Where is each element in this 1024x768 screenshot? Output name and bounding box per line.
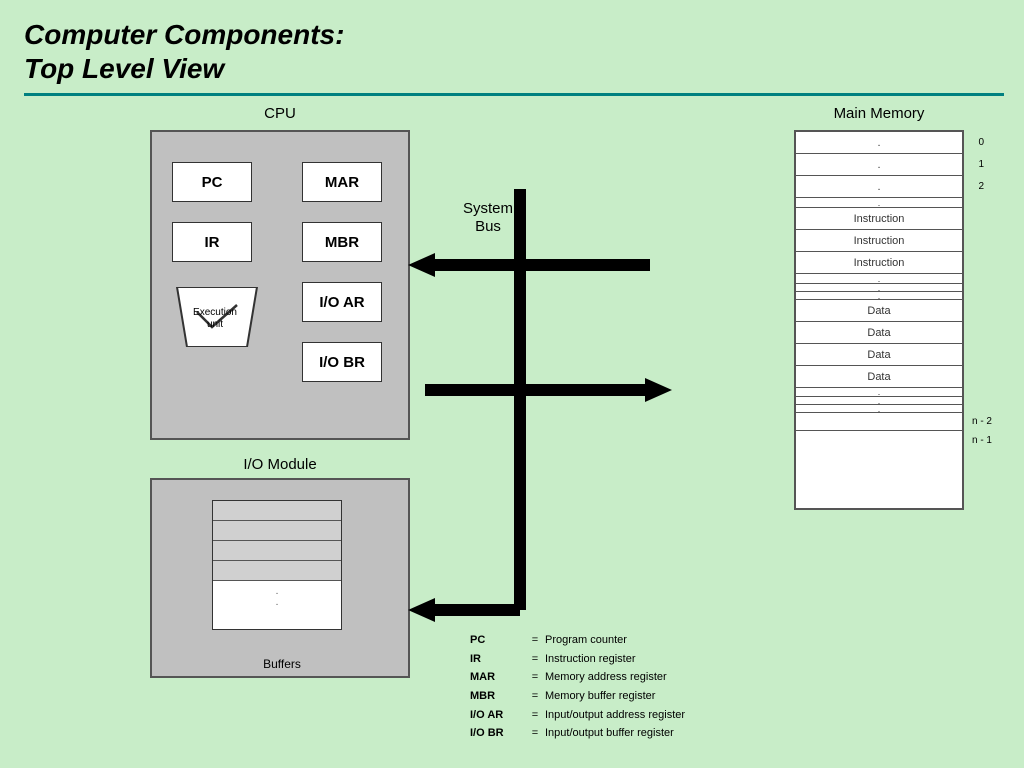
memory-label: Main Memory — [794, 105, 964, 122]
memory-box: . 0 . 1 . 2 . Instruction Instruction In… — [794, 130, 964, 510]
bus-label: System Bus — [448, 200, 528, 236]
mem-row-nm2: n - 2 — [796, 413, 962, 431]
legend-row-mar: MAR = Memory address register — [470, 668, 685, 687]
mem-row-nm1: n - 1 — [796, 431, 962, 449]
mem-row-0: . 0 — [796, 132, 962, 154]
reg-ir: IR — [172, 222, 252, 262]
legend: PC = Program counter IR = Instruction re… — [470, 631, 685, 743]
buffers-area: . . — [212, 500, 342, 630]
mem-row-1: . 1 — [796, 154, 962, 176]
legend-row-ir: IR = Instruction register — [470, 650, 685, 669]
legend-row-pc: PC = Program counter — [470, 631, 685, 650]
mem-row-dot7: . — [796, 405, 962, 413]
mem-row-instr1: Instruction — [796, 208, 962, 230]
mem-row-data3: Data — [796, 344, 962, 366]
title: Computer Components: Top Level View — [24, 18, 1000, 85]
legend-row-iobr: I/O BR = Input/output buffer register — [470, 724, 685, 743]
reg-mar: MAR — [302, 162, 382, 202]
bus-label-text: System Bus — [463, 200, 513, 235]
title-line1: Computer Components: — [24, 19, 344, 50]
diagram-area: CPU PC MAR IR MBR I/O AR I/O BR Executio… — [30, 100, 994, 758]
mem-row-instr2: Instruction — [796, 230, 962, 252]
reg-ioar: I/O AR — [302, 282, 382, 322]
title-underline — [24, 93, 1004, 96]
reg-mbr: MBR — [302, 222, 382, 262]
io-box: . . Buffers — [150, 478, 410, 678]
cpu-box: PC MAR IR MBR I/O AR I/O BR Executionuni… — [150, 130, 410, 440]
reg-pc: PC — [172, 162, 252, 202]
mem-row-instr3: Instruction — [796, 252, 962, 274]
buffer-row-2 — [213, 521, 341, 541]
buffer-row-4 — [213, 561, 341, 581]
mem-row-data1: Data — [796, 300, 962, 322]
title-area: Computer Components: Top Level View — [0, 0, 1024, 106]
buffer-row-3 — [213, 541, 341, 561]
buffers-label: Buffers — [152, 657, 412, 671]
cpu-label: CPU — [150, 105, 410, 122]
legend-row-mbr: MBR = Memory buffer register — [470, 687, 685, 706]
title-line2: Top Level View — [24, 53, 224, 84]
buffer-row-empty: . . — [213, 581, 341, 621]
mem-row-dot4: . — [796, 292, 962, 300]
mem-row-data4: Data — [796, 366, 962, 388]
io-label: I/O Module — [150, 456, 410, 473]
legend-row-ioar: I/O AR = Input/output address register — [470, 706, 685, 725]
buffer-row-1 — [213, 501, 341, 521]
mem-row-2: . 2 — [796, 176, 962, 198]
reg-iobr: I/O BR — [302, 342, 382, 382]
mem-row-data2: Data — [796, 322, 962, 344]
mem-row-dot1: . — [796, 198, 962, 208]
slide: Computer Components: Top Level View CPU … — [0, 0, 1024, 768]
exec-unit-label: Executionunit — [170, 307, 260, 331]
